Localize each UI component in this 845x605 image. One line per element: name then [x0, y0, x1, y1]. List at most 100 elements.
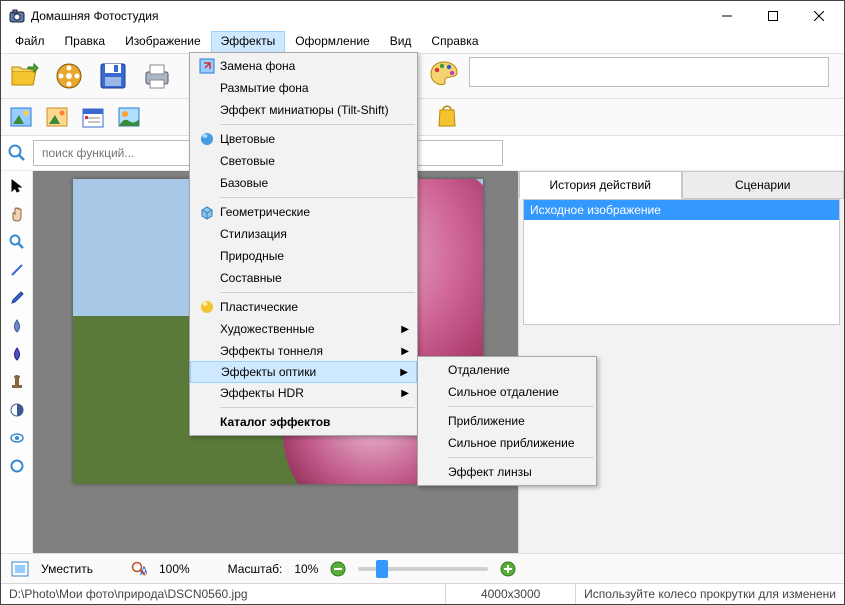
menu-separator	[220, 407, 415, 408]
submenu-item[interactable]: Сильное приближение	[418, 432, 596, 454]
zoom-icon	[9, 234, 25, 250]
submenu-arrow-icon: ▶	[401, 324, 409, 335]
menu-файл[interactable]: Файл	[5, 31, 55, 53]
submenu-item[interactable]: Приближение	[418, 410, 596, 432]
menu-item[interactable]: Эффекты оптики ▶	[190, 361, 417, 383]
tool-contrast[interactable]	[6, 399, 28, 421]
menu-item[interactable]: Эффекты HDR▶	[190, 382, 417, 404]
menu-item-label: Каталог эффектов	[220, 415, 330, 429]
menu-item-label: Цветовые	[220, 132, 275, 146]
maximize-button[interactable]	[750, 1, 796, 31]
hand-icon	[9, 206, 25, 222]
line-icon	[9, 262, 25, 278]
menu-item-label: Размытие фона	[220, 81, 309, 95]
menu-item[interactable]: Размытие фона	[190, 77, 417, 99]
submenu-item[interactable]: Отдаление	[418, 359, 596, 381]
search-row	[1, 136, 844, 171]
tab-scenarios[interactable]: Сценарии	[682, 171, 845, 199]
tool-drop[interactable]	[6, 315, 28, 337]
sphere-blue-icon	[194, 131, 220, 147]
submenu-arrow-icon: ▶	[401, 346, 409, 357]
zoom-percent: 100%	[159, 562, 190, 576]
menu-правка[interactable]: Правка	[55, 31, 116, 53]
status-path: D:\Photo\Мои фото\природа\DSCN0560.jpg	[1, 584, 446, 604]
tool-brush[interactable]	[6, 343, 28, 365]
menu-item[interactable]: Каталог эффектов	[190, 411, 417, 433]
history-list[interactable]: Исходное изображение	[523, 199, 840, 325]
tool-hand[interactable]	[6, 203, 28, 225]
menu-item[interactable]: Геометрические	[190, 201, 417, 223]
submenu-arrow-icon: ▶	[401, 388, 409, 399]
history-item[interactable]: Исходное изображение	[524, 200, 839, 220]
zoom-reset-icon[interactable]: A	[131, 561, 147, 577]
submenu-arrow-icon: ▶	[400, 367, 408, 378]
menu-item-label: Базовые	[220, 176, 268, 190]
menu-item[interactable]: Художественные▶	[190, 318, 417, 340]
app-icon	[9, 8, 25, 24]
menu-item-label: Природные	[220, 249, 284, 263]
tool-fisheye[interactable]	[6, 427, 28, 449]
image-c-button[interactable]	[115, 103, 143, 131]
zoom-slider-thumb[interactable]	[376, 560, 388, 578]
zoom-slider[interactable]	[358, 567, 488, 571]
menu-item[interactable]: Цветовые	[190, 128, 417, 150]
svg-text:A: A	[140, 564, 147, 577]
stamp-icon	[9, 374, 25, 390]
drop-icon	[9, 318, 25, 334]
search-icon	[7, 143, 27, 163]
panel-tabs: История действий Сценарии	[519, 171, 844, 199]
menu-separator	[220, 197, 415, 198]
menu-вид[interactable]: Вид	[380, 31, 422, 53]
menu-изображение[interactable]: Изображение	[115, 31, 211, 53]
pipette-icon	[9, 290, 25, 306]
minimize-button[interactable]	[704, 1, 750, 31]
shopping-bag-button[interactable]	[433, 101, 461, 129]
close-button[interactable]	[796, 1, 842, 31]
tool-stamp[interactable]	[6, 371, 28, 393]
image-a-button[interactable]	[7, 103, 35, 131]
film-button[interactable]	[51, 58, 87, 94]
pointer-icon	[9, 178, 25, 194]
calendar-button[interactable]	[79, 103, 107, 131]
scale-value: 10%	[294, 562, 318, 576]
tool-zoom[interactable]	[6, 231, 28, 253]
menu-item[interactable]: Пластические	[190, 296, 417, 318]
menu-item[interactable]: Световые	[190, 150, 417, 172]
tool-circle[interactable]	[6, 455, 28, 477]
save-button[interactable]	[95, 58, 131, 94]
tool-pipette[interactable]	[6, 287, 28, 309]
zoom-in-button[interactable]	[500, 561, 516, 577]
image-b-button[interactable]	[43, 103, 71, 131]
optics-submenu: ОтдалениеСильное отдаление ПриближениеСил…	[417, 356, 597, 486]
menu-item[interactable]: Эффекты тоннеля▶	[190, 340, 417, 362]
status-dims: 4000x3000	[446, 584, 576, 604]
tab-history[interactable]: История действий	[519, 171, 682, 199]
menu-item-label: Составные	[220, 271, 282, 285]
menu-item[interactable]: Эффект миниатюры (Tilt-Shift)	[190, 99, 417, 121]
print-button[interactable]	[139, 58, 175, 94]
toolbar-input[interactable]	[469, 57, 829, 87]
menu-справка[interactable]: Справка	[421, 31, 488, 53]
menu-item[interactable]: Базовые	[190, 172, 417, 194]
zoom-out-button[interactable]	[330, 561, 346, 577]
tool-line[interactable]	[6, 259, 28, 281]
palette-button[interactable]	[426, 56, 462, 92]
menu-separator	[448, 457, 594, 458]
contrast-icon	[9, 402, 25, 418]
menu-item-label: Эффекты оптики	[221, 365, 316, 379]
submenu-item[interactable]: Сильное отдаление	[418, 381, 596, 403]
menu-separator	[220, 124, 415, 125]
menu-оформление[interactable]: Оформление	[285, 31, 379, 53]
replace-bg-icon	[194, 58, 220, 74]
menu-item[interactable]: Составные	[190, 267, 417, 289]
menu-item[interactable]: Природные	[190, 245, 417, 267]
submenu-item[interactable]: Эффект линзы	[418, 461, 596, 483]
fit-icon[interactable]	[11, 561, 29, 577]
menu-item[interactable]: Замена фона	[190, 55, 417, 77]
tool-pointer[interactable]	[6, 175, 28, 197]
fit-label[interactable]: Уместить	[41, 562, 93, 576]
menu-эффекты[interactable]: Эффекты	[211, 31, 286, 53]
open-button[interactable]	[7, 58, 43, 94]
menu-separator	[448, 406, 594, 407]
menu-item[interactable]: Стилизация	[190, 223, 417, 245]
